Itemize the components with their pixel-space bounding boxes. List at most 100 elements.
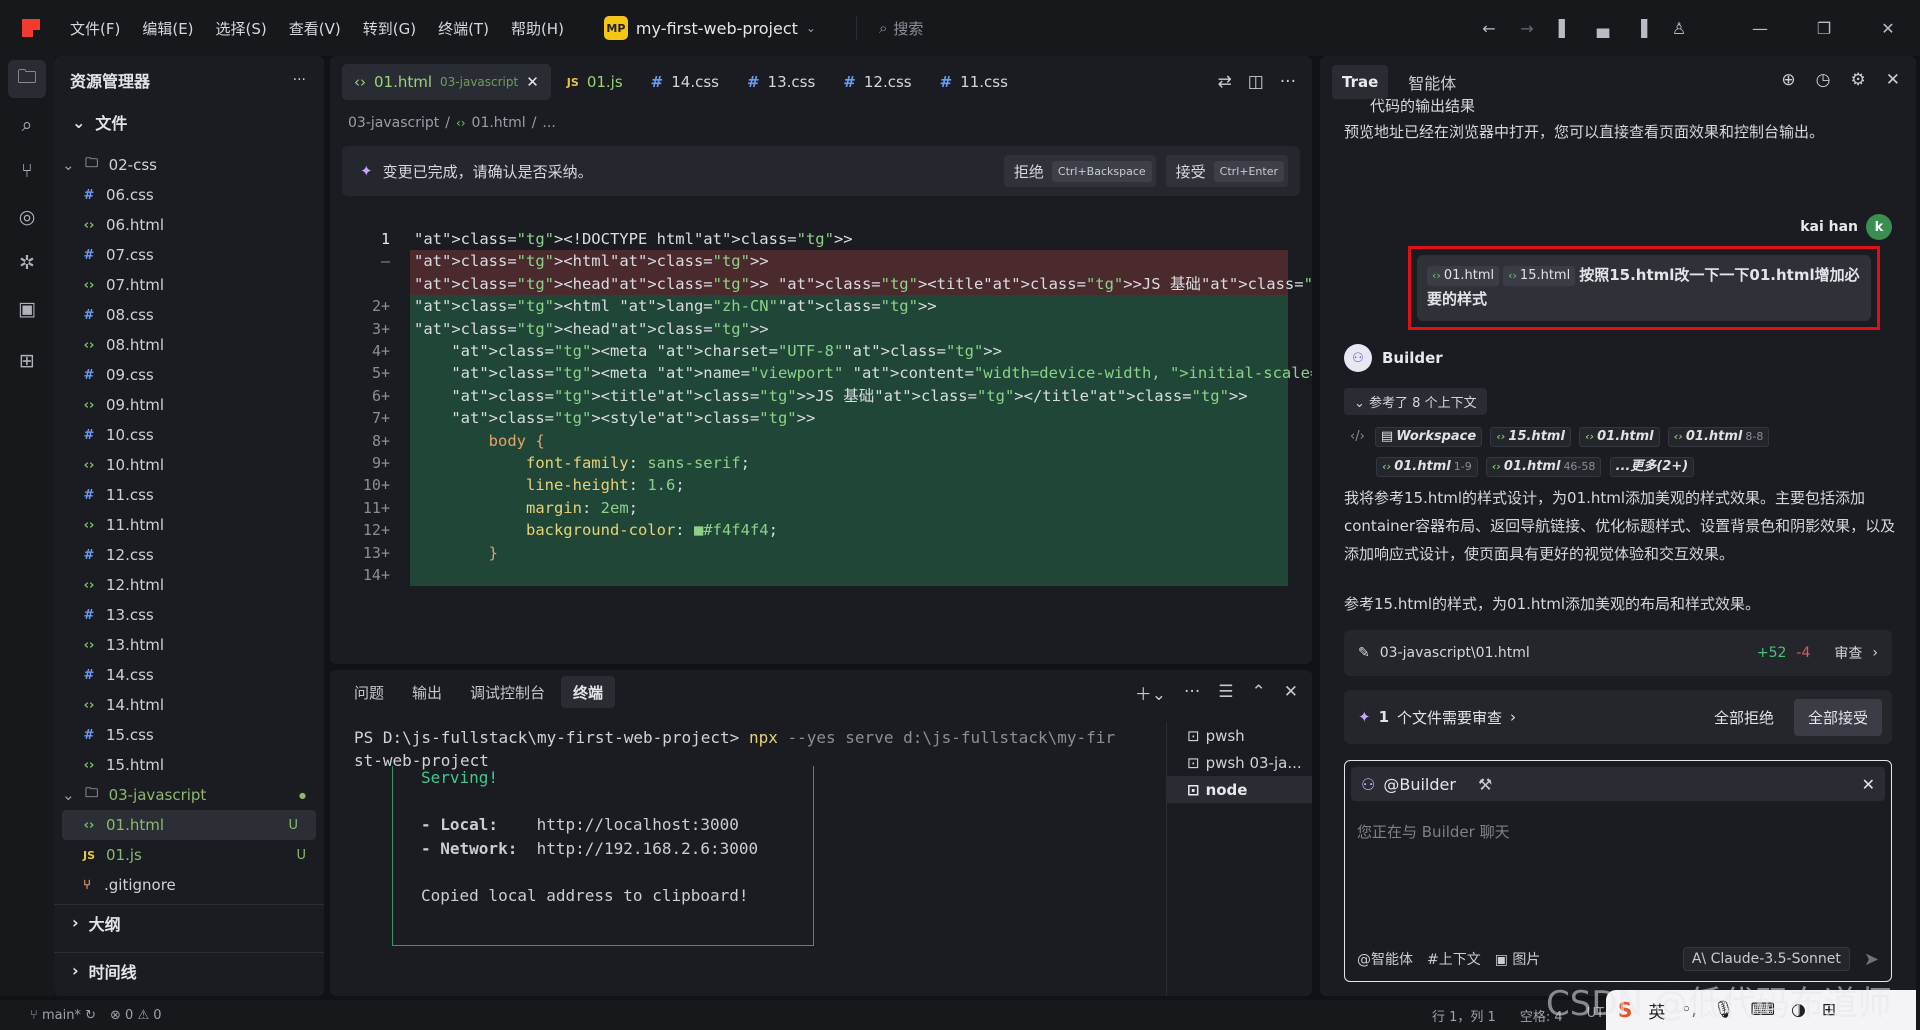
tab-terminal[interactable]: 终端 <box>561 676 616 708</box>
split-editor-icon[interactable]: ◫ <box>1248 72 1264 92</box>
file-item[interactable]: #15.css <box>54 720 324 750</box>
reject-all-button[interactable]: 全部拒绝 <box>1702 699 1786 736</box>
file-item[interactable]: ‹› 10.html <box>54 450 324 480</box>
remote-icon[interactable]: ◎ <box>8 198 46 236</box>
file-item[interactable]: ‹› 12.html <box>54 570 324 600</box>
image-button[interactable]: ▣ 图片 <box>1495 949 1541 969</box>
minimize-icon[interactable]: — <box>1728 19 1792 38</box>
forward-arrow-icon[interactable]: → <box>1508 19 1546 38</box>
file-item[interactable]: #07.css <box>54 240 324 270</box>
layout-icon[interactable]: ☰ <box>1218 682 1233 702</box>
tab-14-css[interactable]: #14.css <box>639 64 731 100</box>
file-item[interactable]: ‹› 09.html <box>54 390 324 420</box>
file-chip[interactable]: ‹› 01.html <box>1427 265 1500 286</box>
maximize-panel-icon[interactable]: ⌃ <box>1252 682 1266 702</box>
file-item[interactable]: ‹› 01.html U <box>62 810 316 840</box>
section-files[interactable]: ⌄ 文件 <box>54 104 324 140</box>
review-link[interactable]: 审查 <box>1834 643 1862 663</box>
tab-01-html[interactable]: ‹› 01.html 03-javascript ✕ <box>342 64 551 100</box>
branch-indicator[interactable]: ⑂ main* ↻ <box>30 1008 96 1023</box>
folder-item[interactable]: ⌄ 🗀 02-css <box>54 156 324 180</box>
context-chip[interactable]: ‹› 01.html 1-9 <box>1376 456 1478 477</box>
file-item[interactable]: ‹› 08.html <box>54 330 324 360</box>
gear-icon[interactable]: ⚙ <box>1851 70 1866 90</box>
project-switcher[interactable]: MP my-first-web-project ⌄ <box>603 16 816 40</box>
file-item[interactable]: #06.css <box>54 180 324 210</box>
more-icon[interactable]: ··· <box>1280 72 1296 92</box>
context-more-chip[interactable]: ...更多(2+) <box>1609 456 1695 477</box>
close-window-icon[interactable]: ✕ <box>1856 19 1920 38</box>
accept-all-button[interactable]: 全部接受 <box>1793 698 1882 736</box>
file-item[interactable]: ‹› 15.html <box>54 750 324 780</box>
agent-label[interactable]: @Builder <box>1383 775 1456 794</box>
breadcrumb-more[interactable]: ... <box>542 115 555 131</box>
context-chip[interactable]: ‹› 15.html <box>1490 426 1571 447</box>
mention-agent-button[interactable]: @智能体 <box>1357 949 1413 969</box>
more-icon[interactable]: ··· <box>293 72 306 88</box>
terminal-instance-pwsh[interactable]: ⊡ pwsh <box>1167 722 1312 749</box>
preview-icon[interactable]: ▣ <box>8 290 46 328</box>
local-url[interactable]: http://localhost:3000 <box>537 815 739 834</box>
file-item[interactable]: ‹› 06.html <box>54 210 324 240</box>
toggle-bottom-panel-icon[interactable]: ▄ <box>1584 19 1622 38</box>
menu-help[interactable]: 帮助(H) <box>501 18 574 39</box>
menu-view[interactable]: 查看(V) <box>279 18 351 39</box>
tab-output[interactable]: 输出 <box>400 676 454 708</box>
add-terminal-icon[interactable]: ＋⌄ <box>1135 680 1166 705</box>
file-item[interactable]: #09.css <box>54 360 324 390</box>
send-icon[interactable]: ➤ <box>1864 949 1879 970</box>
tab-12-css[interactable]: #12.css <box>831 64 923 100</box>
search-box[interactable]: ⌕ 搜索 <box>855 16 923 40</box>
tab-01-js[interactable]: JS 01.js <box>555 64 635 100</box>
file-item[interactable]: JS 01.js U <box>54 840 324 870</box>
tab-problems[interactable]: 问题 <box>342 676 396 708</box>
code-view[interactable]: 1 "at">class="tg"><!DOCTYPE html"at">clas… <box>330 228 1312 664</box>
file-item[interactable]: #08.css <box>54 300 324 330</box>
tool-icon[interactable]: ⚒ <box>1478 775 1492 794</box>
menu-select[interactable]: 选择(S) <box>206 18 277 39</box>
compare-icon[interactable]: ⇄ <box>1217 72 1231 92</box>
search-icon[interactable]: ⌕ <box>8 106 46 144</box>
context-chip[interactable]: ▤ Workspace <box>1374 426 1483 447</box>
problems-indicator[interactable]: ⊗ 0 ⚠ 0 <box>110 1008 162 1023</box>
toggle-right-panel-icon[interactable]: ▐ <box>1622 19 1660 38</box>
file-item[interactable]: #11.css <box>54 480 324 510</box>
breadcrumb-file[interactable]: 01.html <box>472 115 526 131</box>
file-item[interactable]: #12.css <box>54 540 324 570</box>
back-arrow-icon[interactable]: ← <box>1470 19 1508 38</box>
close-icon[interactable]: ✕ <box>1862 775 1875 794</box>
menu-edit[interactable]: 编辑(E) <box>132 18 203 39</box>
menu-terminal[interactable]: 终端(T) <box>428 18 499 39</box>
context-chip[interactable]: ‹› 01.html <box>1579 426 1660 447</box>
debug-icon[interactable]: ✲ <box>8 244 46 282</box>
reject-button[interactable]: 拒绝 Ctrl+Backspace <box>1003 155 1156 187</box>
account-icon[interactable]: ♙ <box>1660 19 1698 38</box>
restore-icon[interactable]: ❐ <box>1792 19 1856 38</box>
more-icon[interactable]: ··· <box>1184 682 1200 702</box>
menu-goto[interactable]: 转到(G) <box>353 18 426 39</box>
file-item[interactable]: ‹› 11.html <box>54 510 324 540</box>
section-outline[interactable]: › 大纲 <box>54 904 324 940</box>
toggle-left-panel-icon[interactable]: ▌ <box>1546 19 1584 38</box>
source-control-icon[interactable]: ⑂ <box>8 152 46 190</box>
file-item[interactable]: ‹› 07.html <box>54 270 324 300</box>
tab-debug-console[interactable]: 调试控制台 <box>458 676 557 708</box>
menu-file[interactable]: 文件(F) <box>60 18 130 39</box>
context-toggle[interactable]: ⌄ 参考了 8 个上下文 <box>1344 388 1487 415</box>
file-item[interactable]: ⑂ .gitignore <box>54 870 324 900</box>
model-selector[interactable]: A\ Claude-3.5-Sonnet <box>1682 947 1850 971</box>
file-chip[interactable]: ‹› 15.html <box>1503 265 1576 286</box>
terminal-instance-node[interactable]: ⊡ node <box>1167 776 1312 803</box>
add-context-button[interactable]: #上下文 <box>1427 949 1481 969</box>
explorer-icon[interactable]: 🗀 <box>8 60 46 98</box>
extensions-icon[interactable]: ⊞ <box>8 342 46 380</box>
file-item[interactable]: #10.css <box>54 420 324 450</box>
close-icon[interactable]: ✕ <box>1886 70 1900 90</box>
network-url[interactable]: http://192.168.2.6:3000 <box>537 839 759 858</box>
section-timeline[interactable]: › 时间线 <box>54 952 324 988</box>
context-chip[interactable]: ‹› 01.html 46-58 <box>1485 456 1602 477</box>
close-panel-icon[interactable]: ✕ <box>1284 682 1298 702</box>
changed-file-card[interactable]: ✎ 03-javascript\01.html +52 -4 审查 › <box>1344 630 1892 676</box>
cursor-position[interactable]: 行 1，列 1 <box>1432 1006 1496 1025</box>
terminal-instance-pwsh-2[interactable]: ⊡ pwsh 03-ja... <box>1167 749 1312 776</box>
